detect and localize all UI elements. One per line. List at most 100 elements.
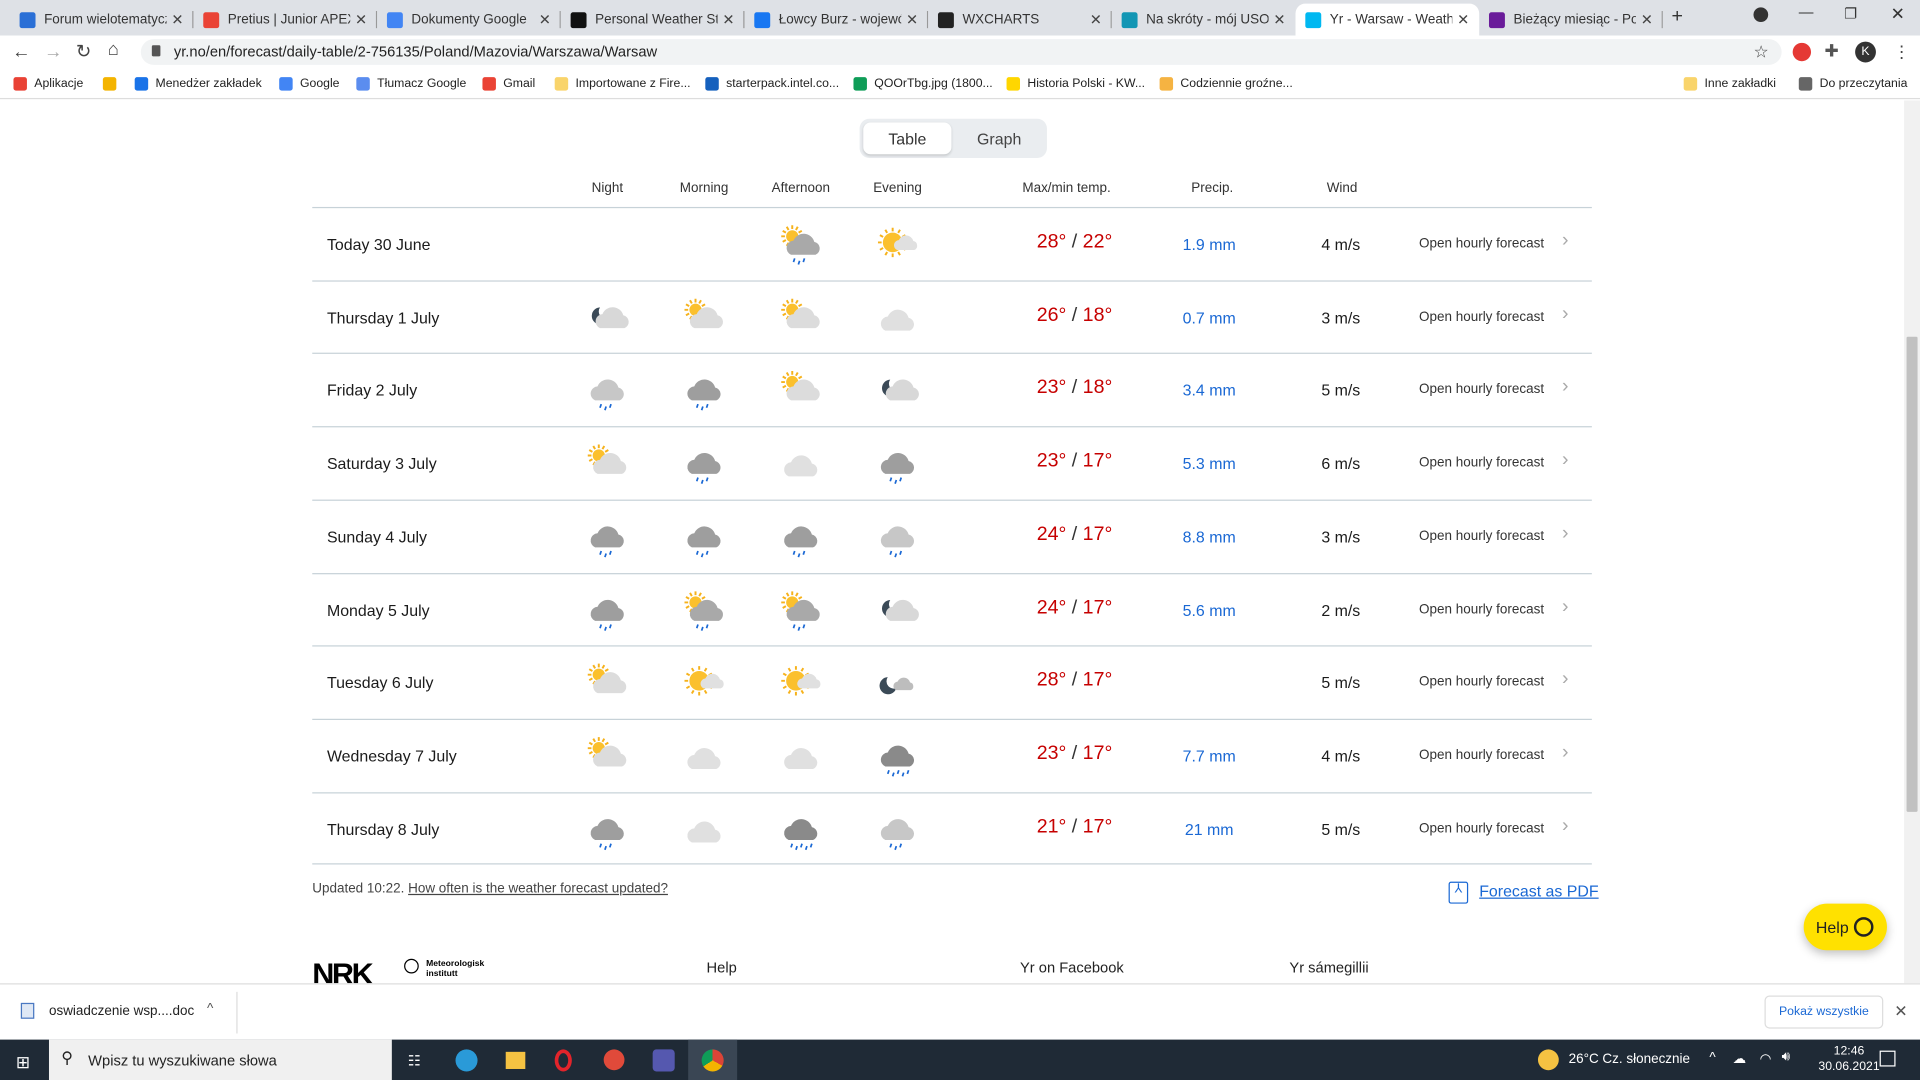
tab-close-icon[interactable]: ✕	[355, 11, 367, 28]
browser-tab[interactable]: WXCHARTS ✕	[928, 4, 1112, 36]
open-hourly-forecast-link[interactable]: Open hourly forecast	[1419, 748, 1544, 763]
footer-link-facebook[interactable]: Yr on Facebook	[1020, 959, 1124, 976]
windows-start-icon[interactable]: ⊞	[16, 1052, 30, 1073]
chevron-up-icon[interactable]: ^	[207, 1002, 213, 1017]
browser-tab[interactable]: Łowcy Burz - wojewódz ✕	[744, 4, 929, 36]
download-filename[interactable]: oswiadczenie wsp....doc	[49, 1004, 194, 1019]
bookmark-item[interactable]: Google	[279, 77, 339, 91]
adblock-icon[interactable]	[1792, 42, 1812, 62]
browser-tab[interactable]: Forum wielotematyczn ✕	[10, 4, 194, 36]
close-window-button[interactable]: ✕	[1891, 4, 1905, 25]
tab-search-icon[interactable]	[1753, 7, 1769, 23]
opera-icon[interactable]	[554, 1049, 572, 1072]
browser-tab[interactable]: Yr - Warsaw - Weather ✕	[1295, 3, 1480, 36]
tab-close-icon[interactable]: ✕	[539, 11, 551, 28]
new-tab-button[interactable]: +	[1671, 6, 1682, 28]
forecast-row[interactable]: Thursday 1 July 26° / 18° 0.7 mm 3 m/s Open …	[312, 280, 1592, 353]
temp-max: 26°	[1036, 304, 1067, 326]
bookmark-item-right[interactable]: Inne zakładki	[1683, 77, 1776, 91]
forecast-row[interactable]: Tuesday 6 July 28° / 17° 5 m/s Open hourly …	[312, 645, 1592, 719]
home-icon[interactable]: ⌂	[108, 39, 119, 60]
forecast-row[interactable]: Sunday 4 July 24° / 17° 8.8 mm 3 m/s Open ho…	[312, 499, 1592, 572]
browser-tab[interactable]: Personal Weather Stati ✕	[561, 4, 745, 36]
update-info-link[interactable]: How often is the weather forecast update…	[408, 882, 668, 897]
forward-icon[interactable]: →	[44, 42, 62, 63]
forecast-row[interactable]: Today 30 June 28° / 22° 1.9 mm 4 m/s Open ho…	[312, 206, 1592, 280]
bookmark-item[interactable]: Aplikacje	[13, 77, 83, 91]
scrollbar-thumb[interactable]	[1906, 336, 1918, 812]
open-hourly-forecast-link[interactable]: Open hourly forecast	[1419, 309, 1544, 324]
browser-tab[interactable]: Dokumenty Google ✕	[377, 4, 561, 36]
file-explorer-icon[interactable]	[505, 1051, 526, 1069]
open-hourly-forecast-link[interactable]: Open hourly forecast	[1419, 821, 1544, 836]
volume-icon[interactable]: 🔊︎	[1782, 1049, 1790, 1065]
reload-icon[interactable]: ↻	[76, 40, 91, 63]
tab-close-icon[interactable]: ✕	[1457, 11, 1469, 28]
forecast-row[interactable]: Wednesday 7 July 23° / 17° 7.7 mm 4 m/s Open…	[312, 718, 1592, 792]
minimize-button[interactable]: —	[1799, 4, 1814, 21]
browser-tab[interactable]: Bieżący miesiąc - Pogo ✕	[1479, 4, 1663, 36]
chrome-taskbar-item[interactable]	[688, 1039, 738, 1080]
back-icon[interactable]: ←	[12, 42, 30, 63]
bookmark-item-right[interactable]: Do przeczytania	[1798, 77, 1907, 91]
open-hourly-forecast-link[interactable]: Open hourly forecast	[1419, 236, 1544, 251]
bookmark-item[interactable]: Gmail	[482, 77, 535, 91]
menu-icon[interactable]: ⋮	[1893, 42, 1910, 63]
bookmark-item[interactable]: Codziennie groźne...	[1159, 77, 1293, 91]
tab-close-icon[interactable]: ✕	[722, 11, 734, 28]
tab-table[interactable]: Table	[863, 122, 952, 155]
app-icon[interactable]	[603, 1049, 625, 1071]
tab-close-icon[interactable]: ✕	[171, 11, 183, 28]
browser-tab[interactable]: Na skróty - mój USOSw ✕	[1112, 4, 1296, 36]
bookmark-star-icon[interactable]: ☆	[1753, 42, 1768, 63]
bookmark-item[interactable]: Historia Polski - KW...	[1006, 77, 1145, 91]
browser-tab[interactable]: Pretius | Junior APEX D ✕	[193, 4, 378, 36]
bookmark-item[interactable]: starterpack.intel.co...	[705, 77, 839, 91]
help-button[interactable]: Help	[1803, 903, 1887, 951]
weather-widget-text[interactable]: 26°C Cz. słonecznie	[1569, 1052, 1690, 1067]
nrk-logo[interactable]: NRK	[312, 958, 373, 984]
close-download-bar-icon[interactable]: ✕	[1894, 1002, 1907, 1022]
open-hourly-forecast-link[interactable]: Open hourly forecast	[1419, 602, 1544, 617]
teams-icon[interactable]	[652, 1049, 675, 1072]
show-all-button[interactable]: Pokaż wszystkie	[1764, 995, 1884, 1029]
open-hourly-forecast-link[interactable]: Open hourly forecast	[1419, 456, 1544, 471]
taskbar-search[interactable]: ⚲ Wpisz tu wyszukiwane słowa	[48, 1039, 392, 1080]
tab-close-icon[interactable]: ✕	[1090, 11, 1102, 28]
open-hourly-forecast-link[interactable]: Open hourly forecast	[1419, 383, 1544, 398]
forecast-pdf-link[interactable]: Forecast as PDF	[1479, 882, 1598, 900]
tab-close-icon[interactable]: ✕	[1641, 11, 1653, 28]
tray-chevron-icon[interactable]: ^	[1709, 1051, 1715, 1066]
forecast-row[interactable]: Monday 5 July 24° / 17° 5.6 mm 2 m/s Open ho…	[312, 572, 1592, 645]
met-logo-icon	[404, 958, 419, 974]
weather-cloud-light-icon	[784, 747, 818, 769]
open-hourly-forecast-link[interactable]: Open hourly forecast	[1419, 675, 1544, 690]
forecast-row[interactable]: Friday 2 July 23° / 18° 3.4 mm 5 m/s Open ho…	[312, 353, 1592, 426]
restore-button[interactable]: ❐	[1844, 5, 1857, 22]
bookmark-item[interactable]: Menedżer zakładek	[134, 77, 262, 91]
forecast-row[interactable]: Thursday 8 July 21° / 17° 21 mm 5 m/s Open h…	[312, 791, 1592, 865]
tab-graph[interactable]: Graph	[955, 122, 1043, 154]
edge-icon[interactable]	[455, 1049, 478, 1072]
footer-link-help[interactable]: Help	[707, 959, 737, 976]
clock[interactable]: 12:46 30.06.2021	[1818, 1043, 1879, 1075]
tab-close-icon[interactable]: ✕	[1273, 11, 1285, 28]
profile-avatar[interactable]: K	[1855, 41, 1876, 63]
wifi-icon[interactable]: ◠	[1760, 1051, 1772, 1067]
bookmark-item[interactable]: Tłumacz Google	[356, 77, 466, 91]
lock-icon[interactable]	[151, 45, 161, 57]
bookmark-item[interactable]: QOOrTbg.jpg (1800...	[853, 77, 993, 91]
notifications-icon[interactable]	[1879, 1050, 1896, 1067]
footer-link-sami[interactable]: Yr sámegillii	[1289, 959, 1368, 976]
bookmark-item[interactable]: Importowane z Fire...	[554, 77, 691, 91]
extensions-icon[interactable]: ✚	[1825, 40, 1839, 61]
met-logo-text[interactable]: Meteorologisk institutt	[426, 960, 499, 980]
task-view-icon[interactable]: ☷	[408, 1052, 421, 1069]
onedrive-icon[interactable]: ☁	[1733, 1051, 1746, 1067]
address-bar[interactable]: yr.no/en/forecast/daily-table/2-756135/P…	[140, 39, 1782, 65]
tab-close-icon[interactable]: ✕	[906, 11, 918, 28]
forecast-row[interactable]: Saturday 3 July 23° / 17° 5.3 mm 6 m/s Open …	[312, 426, 1592, 499]
weather-widget-icon[interactable]	[1537, 1049, 1559, 1071]
open-hourly-forecast-link[interactable]: Open hourly forecast	[1419, 529, 1544, 544]
bookmark-item[interactable]	[102, 77, 124, 91]
